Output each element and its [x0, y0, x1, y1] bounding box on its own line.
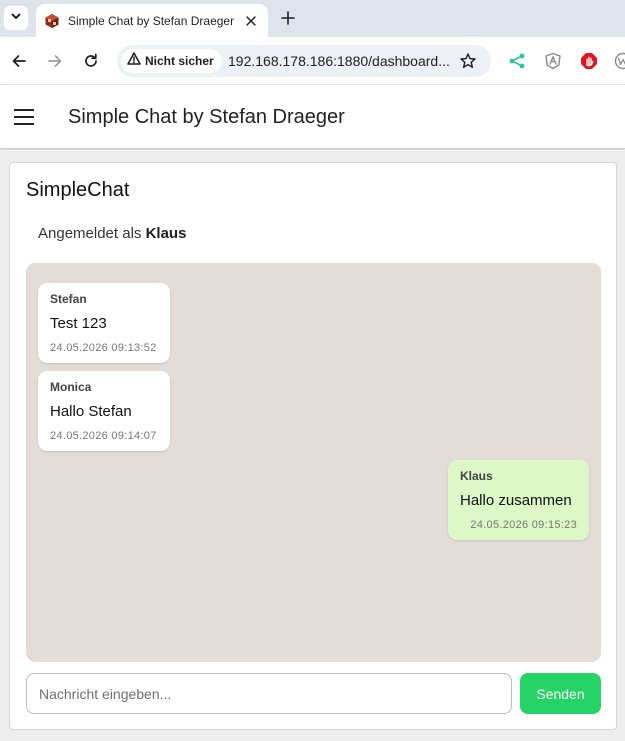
extension-a-icon[interactable] — [543, 51, 563, 71]
url-text: 192.168.178.186:1880/dashboard... — [228, 53, 450, 69]
message-bubble-outgoing: Klaus Hallo zusammen 24.05.2026 09:15:23 — [448, 460, 589, 540]
card-title: SimpleChat — [26, 179, 130, 201]
bookmark-star-icon[interactable] — [459, 52, 477, 70]
message-sender: Stefan — [50, 292, 87, 306]
chat-card: SimpleChat Angemeldet als Klaus Stefan T… — [9, 162, 617, 730]
message-input[interactable] — [26, 673, 512, 714]
browser-toolbar: Nicht sicher 192.168.178.186:1880/dashbo… — [0, 37, 625, 85]
share-icon[interactable] — [507, 51, 527, 71]
message-text: Hallo zusammen — [460, 492, 572, 509]
message-bubble-incoming: Monica Hallo Stefan 24.05.2026 09:14:07 — [38, 371, 170, 451]
reload-icon[interactable] — [80, 50, 102, 72]
app-title: Simple Chat by Stefan Draeger — [68, 106, 345, 128]
new-tab-icon[interactable] — [278, 8, 298, 28]
message-timestamp: 24.05.2026 09:15:23 — [470, 519, 577, 531]
tab-title: Simple Chat by Stefan Draeger — [68, 13, 235, 28]
message-text: Test 123 — [50, 315, 107, 332]
message-sender: Klaus — [460, 469, 493, 483]
logged-in-status: Angemeldet als Klaus — [38, 225, 186, 242]
send-button[interactable]: Senden — [520, 673, 601, 714]
adblock-hand-icon[interactable] — [579, 51, 599, 71]
address-bar[interactable]: Nicht sicher 192.168.178.186:1880/dashbo… — [117, 45, 491, 77]
hamburger-menu-icon[interactable] — [14, 109, 34, 125]
security-indicator[interactable]: Nicht sicher — [121, 49, 222, 73]
security-label: Nicht sicher — [145, 54, 214, 68]
message-sender: Monica — [50, 380, 92, 394]
browser-tab[interactable]: Simple Chat by Stefan Draeger — [36, 4, 268, 37]
message-bubble-incoming: Stefan Test 123 24.05.2026 09:13:52 — [38, 283, 170, 363]
app-header: Simple Chat by Stefan Draeger — [0, 85, 625, 149]
browser-tab-strip: Simple Chat by Stefan Draeger — [0, 0, 625, 37]
back-arrow-icon[interactable] — [8, 50, 30, 72]
message-text: Hallo Stefan — [50, 403, 132, 420]
node-red-favicon-icon — [44, 13, 60, 29]
message-timestamp: 24.05.2026 09:14:07 — [50, 430, 157, 442]
message-timestamp: 24.05.2026 09:13:52 — [50, 342, 157, 354]
logged-in-user: Klaus — [145, 225, 187, 242]
close-tab-icon[interactable] — [242, 12, 260, 30]
warning-triangle-icon — [127, 52, 141, 70]
tab-search-button[interactable] — [4, 6, 28, 30]
extension-w-icon[interactable] — [613, 51, 625, 71]
logged-in-prefix: Angemeldet als — [38, 225, 142, 242]
chevron-down-icon — [10, 9, 22, 27]
forward-arrow-icon[interactable] — [44, 50, 66, 72]
chat-messages-area[interactable]: Stefan Test 123 24.05.2026 09:13:52 Moni… — [26, 263, 601, 662]
